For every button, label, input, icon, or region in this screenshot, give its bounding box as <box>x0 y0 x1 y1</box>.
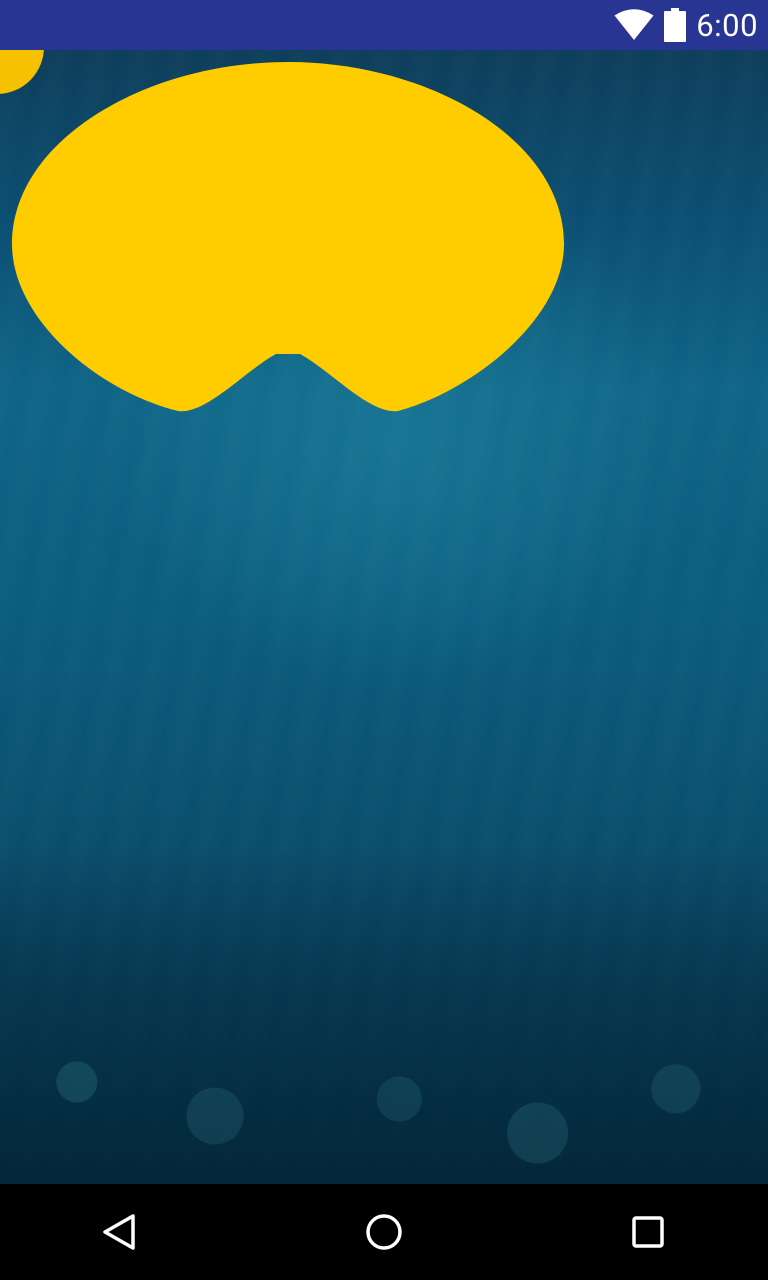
back-button[interactable] <box>65 1184 175 1280</box>
recents-button[interactable] <box>593 1184 703 1280</box>
home-icon <box>366 1214 402 1250</box>
status-bar: 6:00 <box>0 0 768 50</box>
back-icon <box>103 1214 135 1250</box>
status-icons: 6:00 <box>614 0 758 50</box>
navigation-bar <box>0 1184 768 1280</box>
wifi-icon <box>614 9 654 41</box>
battery-icon <box>664 8 687 42</box>
status-time: 6:00 <box>696 6 758 44</box>
seafloor <box>0 844 768 1184</box>
yellow-blob-shape <box>12 62 564 412</box>
recents-icon <box>632 1216 664 1248</box>
home-button[interactable] <box>329 1184 439 1280</box>
screen: 6:00 <box>0 0 768 1280</box>
